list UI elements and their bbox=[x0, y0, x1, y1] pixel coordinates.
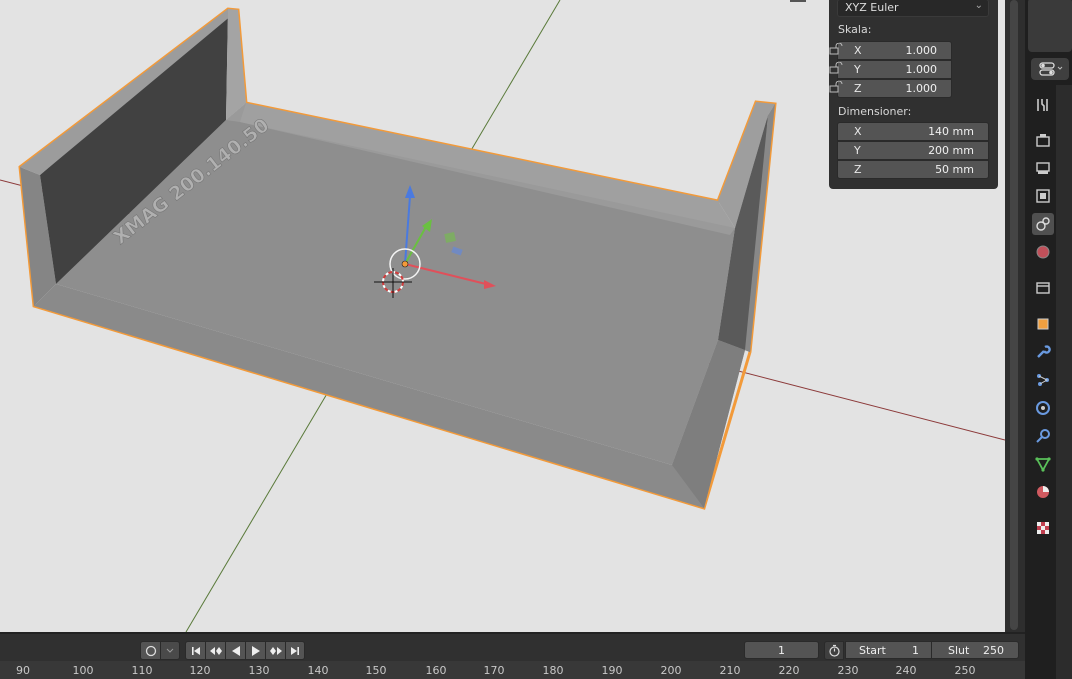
lock-y-icon[interactable] bbox=[829, 62, 843, 74]
next-keyframe-button[interactable] bbox=[265, 641, 286, 660]
ruler-tick: 160 bbox=[425, 664, 447, 677]
object-icon[interactable] bbox=[1032, 313, 1054, 335]
dimension-z-field[interactable]: Z 50 mm bbox=[837, 160, 989, 179]
viewport-scrollbar[interactable] bbox=[1005, 0, 1025, 632]
ruler-tick: 130 bbox=[248, 664, 270, 677]
tool-icon[interactable] bbox=[1032, 94, 1054, 116]
chevron-down-icon bbox=[166, 648, 174, 653]
jump-start-button[interactable] bbox=[185, 641, 206, 660]
physics-icon[interactable] bbox=[1032, 397, 1054, 419]
origin-dot bbox=[401, 260, 409, 268]
prev-keyframe-button[interactable] bbox=[205, 641, 226, 660]
chevron-down-icon: ⌄ bbox=[974, 0, 983, 11]
keying-dropdown[interactable] bbox=[160, 641, 180, 660]
ruler-tick: 200 bbox=[660, 664, 682, 677]
ruler-tick: 180 bbox=[542, 664, 564, 677]
dimension-y-field[interactable]: Y 200 mm bbox=[837, 141, 989, 160]
item-properties-panel: XYZ Euler ⌄ Skala: X 1.000 Y 1.000 Z 1.0… bbox=[829, 0, 998, 189]
current-frame-field[interactable]: 1 bbox=[744, 641, 819, 659]
keying-toggle-button[interactable] bbox=[140, 641, 161, 660]
timeline-ruler[interactable]: 90 100 110 120 130 140 150 160 170 180 1… bbox=[0, 661, 1025, 679]
world-icon[interactable] bbox=[1032, 241, 1054, 263]
start-frame-field[interactable]: Start 1 bbox=[845, 641, 932, 659]
outliner-bottom bbox=[1028, 0, 1072, 52]
stopwatch-icon bbox=[828, 644, 840, 657]
scale-z-field[interactable]: Z 1.000 bbox=[837, 79, 952, 98]
end-frame-field[interactable]: Slut 250 bbox=[931, 641, 1019, 659]
render-icon[interactable] bbox=[1032, 129, 1054, 151]
next-keyframe-icon bbox=[269, 646, 282, 655]
ruler-tick: 170 bbox=[483, 664, 505, 677]
lock-z-icon[interactable] bbox=[829, 81, 843, 93]
jump-start-icon bbox=[191, 646, 200, 655]
ruler-tick: 120 bbox=[189, 664, 211, 677]
ruler-tick: 250 bbox=[954, 664, 976, 677]
play-reverse-icon bbox=[231, 645, 240, 656]
particles-icon[interactable] bbox=[1032, 369, 1054, 391]
output-icon[interactable] bbox=[1032, 157, 1054, 179]
jump-end-button[interactable] bbox=[285, 641, 305, 660]
scale-y-field[interactable]: Y 1.000 bbox=[837, 60, 952, 79]
texture-icon[interactable] bbox=[1032, 517, 1054, 539]
dimensions-label: Dimensioner: bbox=[838, 105, 912, 118]
ruler-tick: 100 bbox=[72, 664, 94, 677]
scale-label: Skala: bbox=[838, 23, 872, 36]
ruler-tick: 140 bbox=[307, 664, 329, 677]
3d-viewport[interactable]: XMAG 200.140.50 XYZ Euler ⌄ Skala: X 1.0… bbox=[0, 0, 1005, 632]
view-layer-icon[interactable] bbox=[1032, 185, 1054, 207]
preview-range-button[interactable] bbox=[824, 641, 844, 660]
scene-icon[interactable] bbox=[1032, 213, 1054, 235]
collection-icon[interactable] bbox=[1032, 277, 1054, 299]
play-reverse-button[interactable] bbox=[225, 641, 246, 660]
ruler-tick: 90 bbox=[16, 664, 30, 677]
timeline-header: 1 Start 1 Slut 250 bbox=[0, 632, 1025, 663]
record-icon bbox=[145, 645, 156, 656]
ruler-tick: 190 bbox=[601, 664, 623, 677]
properties-tabs bbox=[1029, 88, 1056, 679]
ruler-tick: 230 bbox=[837, 664, 859, 677]
ruler-tick: 240 bbox=[895, 664, 917, 677]
ruler-tick: 110 bbox=[131, 664, 153, 677]
rotation-mode-select[interactable]: XYZ Euler ⌄ bbox=[837, 0, 989, 17]
modifier-icon[interactable] bbox=[1032, 341, 1054, 363]
scale-x-field[interactable]: X 1.000 bbox=[837, 41, 952, 60]
constraints-icon[interactable] bbox=[1032, 425, 1054, 447]
material-icon[interactable] bbox=[1032, 481, 1054, 503]
prev-keyframe-icon bbox=[209, 646, 222, 655]
ruler-tick: 220 bbox=[778, 664, 800, 677]
jump-end-icon bbox=[291, 646, 299, 655]
timeline-editor: 1 Start 1 Slut 250 90 100 110 120 130 14… bbox=[0, 632, 1025, 679]
properties-content[interactable] bbox=[1056, 85, 1072, 679]
ruler-tick: 210 bbox=[719, 664, 741, 677]
ruler-tick: 150 bbox=[365, 664, 387, 677]
dimension-x-field[interactable]: X 140 mm bbox=[837, 122, 989, 141]
editor-type-button[interactable] bbox=[1031, 58, 1069, 80]
lock-x-icon[interactable] bbox=[829, 43, 843, 55]
play-button[interactable] bbox=[245, 641, 266, 660]
play-icon bbox=[251, 645, 260, 656]
rotation-mode-value: XYZ Euler bbox=[845, 1, 899, 14]
data-icon[interactable] bbox=[1032, 453, 1054, 475]
